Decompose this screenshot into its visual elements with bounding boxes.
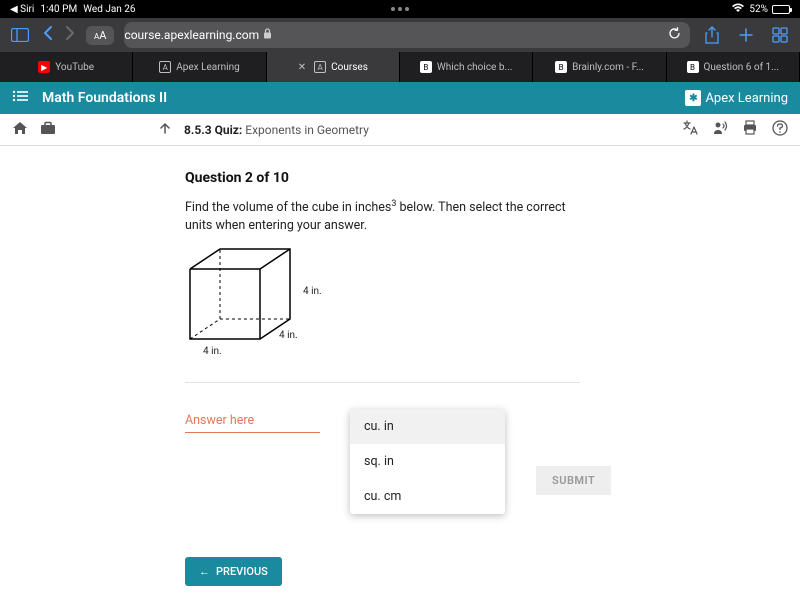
sidebar-toggle-icon[interactable] bbox=[8, 23, 32, 47]
divider bbox=[185, 382, 580, 383]
text-size-button[interactable]: AA bbox=[86, 26, 114, 45]
lock-icon bbox=[263, 28, 272, 42]
answer-input[interactable]: Answer here bbox=[185, 409, 320, 433]
unit-option-sq-in[interactable]: sq. in bbox=[350, 444, 505, 479]
status-date: Wed Jan 26 bbox=[83, 4, 135, 15]
tab-question-6[interactable]: BQuestion 6 of 1... bbox=[667, 52, 800, 82]
question-content: Question 2 of 10 Find the volume of the … bbox=[0, 146, 800, 514]
lesson-code: 8.5.3 bbox=[184, 123, 212, 137]
app-header: Math Foundations II ✱ Apex Learning bbox=[0, 82, 800, 114]
tab-brainly[interactable]: BBrainly.com - F... bbox=[533, 52, 666, 82]
brainly-icon: B bbox=[555, 61, 567, 73]
course-title: Math Foundations II bbox=[42, 90, 167, 106]
tabs-overview-icon[interactable] bbox=[768, 23, 792, 47]
unit-option-cu-cm[interactable]: cu. cm bbox=[350, 479, 505, 514]
apex-icon: A bbox=[314, 61, 326, 73]
battery-percent: 52% bbox=[749, 4, 768, 15]
tab-courses[interactable]: ✕ACourses bbox=[267, 52, 400, 82]
back-to-app[interactable]: ◀ Siri bbox=[10, 4, 34, 15]
multitask-dots[interactable] bbox=[391, 7, 409, 11]
back-button[interactable] bbox=[42, 25, 54, 46]
question-text: Find the volume of the cube in inches3 b… bbox=[185, 198, 585, 234]
cube-diagram: 4 in. 4 in. 4 in. bbox=[185, 244, 325, 354]
menu-icon[interactable] bbox=[12, 90, 28, 106]
arrow-left-icon: ← bbox=[199, 565, 210, 578]
new-tab-icon[interactable] bbox=[734, 23, 758, 47]
battery-icon bbox=[772, 5, 790, 14]
dimension-width: 4 in. bbox=[203, 346, 222, 357]
lesson-name: Exponents in Geometry bbox=[245, 123, 369, 137]
tab-apex-learning[interactable]: AApex Learning bbox=[133, 52, 266, 82]
safari-toolbar: AA course.apexlearning.com bbox=[0, 18, 800, 52]
url-text: course.apexlearning.com bbox=[124, 28, 259, 42]
breadcrumb-bar: 8.5.3 Quiz: Exponents in Geometry bbox=[0, 114, 800, 146]
read-aloud-icon[interactable] bbox=[712, 120, 728, 140]
reload-icon[interactable] bbox=[667, 26, 682, 45]
brainly-icon: B bbox=[420, 61, 432, 73]
brainly-icon: B bbox=[687, 61, 699, 73]
apex-logo[interactable]: ✱ Apex Learning bbox=[685, 90, 788, 106]
translate-icon[interactable] bbox=[682, 120, 698, 140]
browser-tab-strip: ▶YouTube AApex Learning ✕ACourses BWhich… bbox=[0, 52, 800, 82]
share-icon[interactable] bbox=[700, 23, 724, 47]
up-nav-icon[interactable] bbox=[158, 121, 172, 138]
forward-button[interactable] bbox=[64, 25, 76, 46]
help-icon[interactable] bbox=[772, 120, 788, 140]
address-bar[interactable]: course.apexlearning.com bbox=[124, 22, 690, 48]
units-dropdown[interactable]: cu. in sq. in cu. cm bbox=[350, 409, 505, 514]
status-time: 1:40 PM bbox=[40, 4, 77, 15]
lesson-type: Quiz: bbox=[215, 123, 243, 137]
previous-button[interactable]: ← PREVIOUS bbox=[185, 557, 282, 586]
question-number: Question 2 of 10 bbox=[185, 170, 800, 186]
tab-which-choice[interactable]: BWhich choice b... bbox=[400, 52, 533, 82]
apex-mark-icon: ✱ bbox=[685, 90, 701, 106]
ios-status-bar: ◀ Siri 1:40 PM Wed Jan 26 52% bbox=[0, 0, 800, 18]
tab-youtube[interactable]: ▶YouTube bbox=[0, 52, 133, 82]
close-tab-icon[interactable]: ✕ bbox=[298, 62, 306, 73]
unit-option-cu-in[interactable]: cu. in bbox=[350, 409, 505, 444]
submit-button[interactable]: SUBMIT bbox=[536, 466, 611, 495]
dimension-height: 4 in. bbox=[303, 286, 322, 297]
briefcase-icon[interactable] bbox=[40, 121, 56, 139]
apex-icon: A bbox=[159, 61, 171, 73]
home-icon[interactable] bbox=[12, 121, 28, 139]
print-icon[interactable] bbox=[742, 120, 758, 140]
wifi-icon bbox=[731, 3, 745, 16]
youtube-icon: ▶ bbox=[38, 61, 50, 73]
dimension-depth: 4 in. bbox=[279, 330, 298, 341]
